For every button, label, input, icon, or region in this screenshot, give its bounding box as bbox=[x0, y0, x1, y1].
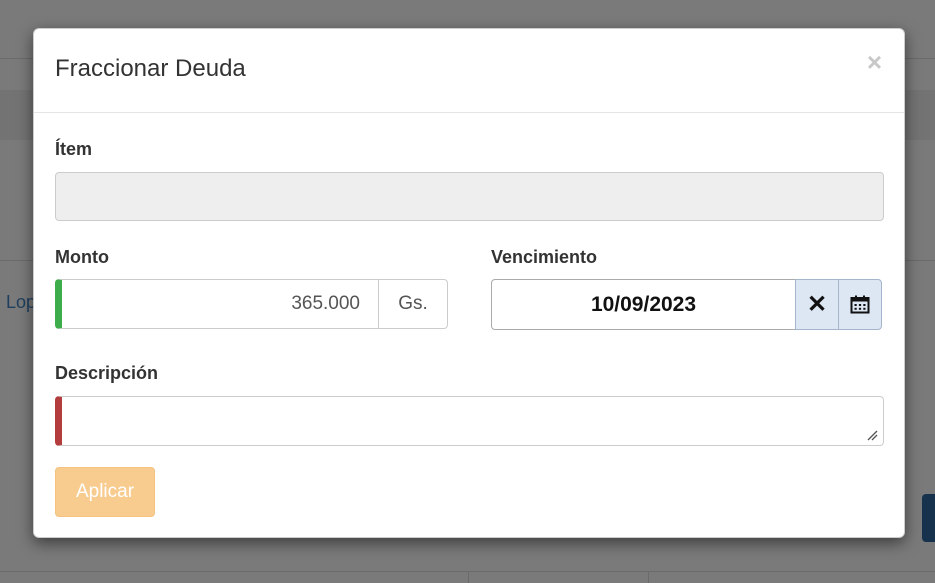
close-icon: ✕ bbox=[806, 291, 828, 318]
bg-column-divider bbox=[468, 571, 469, 583]
vencimiento-input-group: 10/09/2023 ✕ bbox=[491, 279, 884, 330]
vencimiento-label: Vencimiento bbox=[491, 247, 598, 267]
modal-header: Fraccionar Deuda × bbox=[34, 29, 904, 113]
monto-input[interactable]: 365.000 bbox=[55, 279, 379, 329]
descripcion-label: Descripción bbox=[55, 363, 159, 383]
calendar-icon bbox=[850, 295, 870, 314]
monto-input-group: 365.000 Gs. bbox=[55, 279, 448, 329]
item-field bbox=[55, 172, 884, 221]
monto-label: Monto bbox=[55, 247, 109, 267]
currency-addon: Gs. bbox=[378, 279, 448, 329]
bg-column-divider bbox=[648, 571, 649, 583]
open-calendar-button[interactable] bbox=[838, 279, 882, 330]
vencimiento-date-input[interactable]: 10/09/2023 bbox=[491, 279, 796, 330]
apply-button[interactable]: Aplicar bbox=[55, 467, 155, 517]
background-link: Lop bbox=[6, 292, 37, 312]
background-button bbox=[922, 494, 935, 542]
close-button[interactable]: × bbox=[867, 49, 882, 75]
fraccionar-deuda-modal: Fraccionar Deuda × Ítem Monto 365.000 Gs… bbox=[33, 28, 905, 538]
modal-title: Fraccionar Deuda bbox=[55, 55, 246, 82]
clear-date-button[interactable]: ✕ bbox=[795, 279, 839, 330]
item-label: Ítem bbox=[55, 139, 93, 159]
descripcion-textarea[interactable] bbox=[55, 396, 884, 446]
resize-handle-icon[interactable] bbox=[866, 429, 878, 441]
